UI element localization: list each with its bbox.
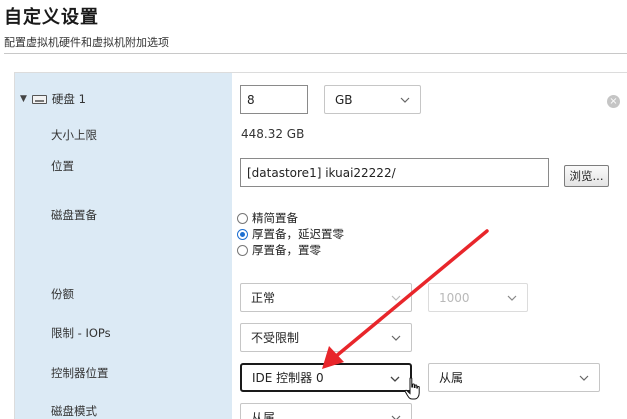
- limit-iops-label: 限制 - IOPs: [51, 326, 111, 340]
- chevron-down-icon: [390, 332, 402, 344]
- shares-select[interactable]: 正常: [240, 283, 412, 312]
- chevron-down-icon: [578, 372, 590, 384]
- radio-label: 厚置备，延迟置零: [252, 227, 344, 241]
- limit-iops-value: 不受限制: [251, 331, 300, 345]
- hand-cursor-icon: [404, 377, 420, 400]
- radio-button[interactable]: [237, 244, 248, 256]
- provisioning-label: 磁盘置备: [51, 208, 97, 222]
- disk-size-unit-value: GB: [335, 92, 353, 107]
- max-size-label: 大小上限: [51, 128, 97, 142]
- provisioning-option-thin[interactable]: 精简置备: [237, 210, 344, 226]
- limit-iops-select[interactable]: 不受限制: [240, 323, 412, 352]
- max-size-value: 448.32 GB: [241, 127, 305, 141]
- disk-mode-label: 磁盘模式: [51, 404, 97, 418]
- hard-disk-icon: [31, 94, 47, 104]
- page-title: 自定义设置: [4, 7, 99, 28]
- controller-select[interactable]: IDE 控制器 0: [240, 363, 412, 392]
- remove-disk-icon[interactable]: ×: [607, 95, 620, 108]
- chevron-down-icon: [390, 292, 402, 304]
- location-label: 位置: [51, 159, 74, 173]
- settings-panel: ▼ 硬盘 1 8 GB × 大小上限 448.32 GB 位置 [datasto…: [14, 72, 627, 419]
- hard-disk-toggle[interactable]: ▼ 硬盘 1: [20, 91, 86, 107]
- provisioning-radio-group: 精简置备 厚置备，延迟置零 厚置备，置零: [237, 210, 344, 258]
- radio-label: 精简置备: [252, 211, 298, 225]
- controller-value: IDE 控制器 0: [252, 371, 324, 385]
- header-divider: [4, 53, 627, 54]
- controller-slot-select[interactable]: 从属: [428, 363, 600, 392]
- disk-mode-value: 从属: [251, 411, 276, 419]
- shares-value: 正常: [251, 291, 276, 305]
- controller-slot-value: 从属: [439, 371, 464, 385]
- shares-amount-select: 1000: [428, 283, 528, 312]
- caret-down-icon[interactable]: ▼: [20, 94, 27, 104]
- shares-label: 份额: [51, 287, 74, 301]
- chevron-down-icon: [399, 94, 411, 106]
- provisioning-option-thick-lazy[interactable]: 厚置备，延迟置零: [237, 226, 344, 242]
- controller-location-label: 控制器位置: [51, 366, 109, 380]
- radio-button[interactable]: [237, 212, 248, 224]
- disk-size-input[interactable]: 8: [240, 85, 308, 114]
- location-input[interactable]: [datastore1] ikuai22222/: [240, 158, 549, 187]
- disk-size-unit-select[interactable]: GB: [324, 85, 421, 114]
- shares-amount-value: 1000: [439, 290, 470, 305]
- page-subtitle: 配置虚拟机硬件和虚拟机附加选项: [4, 36, 169, 49]
- radio-button-selected[interactable]: [237, 228, 248, 240]
- browse-button[interactable]: 浏览...: [564, 165, 609, 187]
- chevron-down-icon: [390, 412, 402, 419]
- hard-disk-label: 硬盘 1: [51, 92, 86, 106]
- disk-mode-select[interactable]: 从属: [240, 403, 412, 419]
- provisioning-option-thick-eager[interactable]: 厚置备，置零: [237, 242, 344, 258]
- radio-label: 厚置备，置零: [252, 243, 321, 257]
- chevron-down-icon: [389, 373, 401, 385]
- label-column: [15, 73, 232, 419]
- chevron-down-icon: [506, 292, 518, 304]
